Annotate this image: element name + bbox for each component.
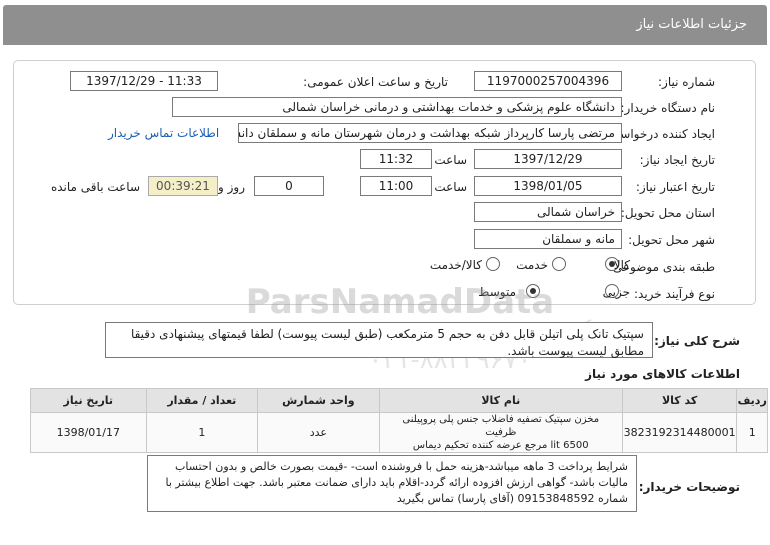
cell-row: 1 <box>736 412 768 453</box>
process-radio-medium[interactable] <box>526 284 540 298</box>
city-field[interactable]: مانه و سملقان <box>474 229 622 249</box>
requester-field[interactable]: مرتضی پارسا کارپرداز شبکه بهداشت و درمان… <box>238 123 622 143</box>
validity-time-label: ساعت <box>434 180 467 194</box>
items-table: ردیف کد کالا نام کالا واحد شمارش تعداد /… <box>30 388 768 453</box>
province-label: استان محل تحویل: <box>620 206 715 220</box>
create-time-field[interactable]: 11:32 <box>360 149 432 169</box>
cell-date: 1398/01/17 <box>30 412 147 453</box>
announce-date-field[interactable]: 1397/12/29 - 11:33 <box>70 71 218 91</box>
category-radio-goods-service[interactable] <box>486 257 500 271</box>
cell-unit: عدد <box>257 412 380 453</box>
city-label: شهر محل تحویل: <box>628 233 715 247</box>
process-label: نوع فرآیند خرید: <box>634 287 715 301</box>
need-number-label: شماره نیاز: <box>658 75 715 89</box>
summary-label: شرح کلی نیاز: <box>654 334 740 348</box>
page-title: جزئیات اطلاعات نیاز <box>636 17 747 32</box>
validity-time-field[interactable]: 11:00 <box>360 176 432 196</box>
page-title-bar: جزئیات اطلاعات نیاز <box>3 5 767 45</box>
remaining-label: ساعت باقی مانده <box>50 180 140 194</box>
buyer-org-label: نام دستگاه خریدار: <box>620 101 716 115</box>
table-row[interactable]: 1 3823192314480001 مخزن سپتیک تصفیه فاضل… <box>30 412 768 453</box>
remaining-time-field: 00:39:21 <box>148 176 218 196</box>
create-date-label: تاریخ ایجاد نیاز: <box>639 153 715 167</box>
col-date: تاریخ نیاز <box>30 388 147 413</box>
cell-name: مخزن سپتیک تصفیه فاضلاب جنس پلی پروپیلنی… <box>378 412 623 453</box>
buyer-contact-link[interactable]: اطلاعات تماس خریدار <box>108 126 219 140</box>
notes-box: شرایط پرداخت 3 ماهه میباشد-هزینه حمل با … <box>147 455 637 512</box>
remaining-days-field[interactable]: 0 <box>254 176 324 196</box>
province-field[interactable]: خراسان شمالی <box>474 202 622 222</box>
need-number-field[interactable]: 1197000257004396 <box>474 71 622 91</box>
category-radio-service[interactable] <box>552 257 566 271</box>
cell-name-line2: 6500 lit مرجع عرضه کننده تحکیم دیماس <box>412 440 589 451</box>
notes-line-3: شماره 09153848592 (آقای پارسا) تماس بگیر… <box>396 492 628 505</box>
category-option-service: خدمت <box>516 258 548 272</box>
items-header-row: ردیف کد کالا نام کالا واحد شمارش تعداد /… <box>30 388 768 413</box>
create-time-label: ساعت <box>434 153 467 167</box>
col-qty: تعداد / مقدار <box>145 388 259 413</box>
items-title: اطلاعات کالاهای مورد نیاز <box>585 367 740 381</box>
category-option-goods-service: کالا/خدمت <box>429 258 482 272</box>
col-unit: واحد شمارش <box>257 388 380 413</box>
announce-date-label: تاریخ و ساعت اعلان عمومی: <box>303 75 448 89</box>
notes-line-1: شرایط پرداخت 3 ماهه میباشد-هزینه حمل با … <box>175 460 628 473</box>
col-code: کد کالا <box>621 388 738 413</box>
col-row: ردیف <box>736 388 768 413</box>
buyer-org-field[interactable]: دانشگاه علوم پزشکی و خدمات بهداشتی و درم… <box>172 97 622 117</box>
cell-qty: 1 <box>145 412 259 453</box>
cell-code: 3823192314480001 <box>621 412 738 453</box>
days-label: روز و <box>218 180 245 194</box>
cell-name-line1: مخزن سپتیک تصفیه فاضلاب جنس پلی پروپیلنی… <box>402 414 600 438</box>
notes-line-2: مالیات باشد- گواهی ارزش افزوده ارائه گرد… <box>165 476 628 489</box>
col-name: نام کالا <box>378 388 623 413</box>
create-date-field[interactable]: 1397/12/29 <box>474 149 622 169</box>
summary-box: سپتیک تانک پلی اتیلن قابل دفن به حجم 5 م… <box>105 322 653 358</box>
validity-date-field[interactable]: 1398/01/05 <box>474 176 622 196</box>
process-option-medium: متوسط <box>478 285 516 299</box>
category-option-goods: کالا <box>613 258 630 272</box>
summary-text: سپتیک تانک پلی اتیلن قابل دفن به حجم 5 م… <box>130 327 644 358</box>
validity-date-label: تاریخ اعتبار نیاز: <box>635 180 715 194</box>
notes-label: توضیحات خریدار: <box>638 480 740 494</box>
process-option-minor: جزیی <box>602 285 630 299</box>
